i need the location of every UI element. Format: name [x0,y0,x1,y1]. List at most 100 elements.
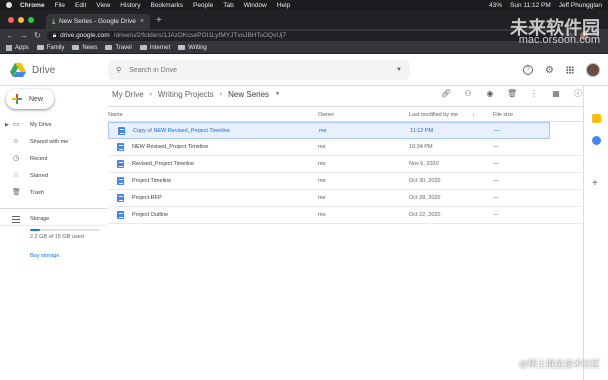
new-button[interactable]: New [6,89,54,109]
file-row[interactable]: NEW Revised_Project Timeline me 10:34 PM… [108,139,583,156]
preview-eye-icon[interactable]: ◉ [485,89,495,98]
forward-icon[interactable]: → [20,31,28,40]
browser-tab-active[interactable]: New Series - Google Drive × [46,14,150,29]
file-row[interactable]: Revised_Project Timeline me Nov 6, 2020 … [108,156,583,173]
header-actions: ? ⚙ [523,63,600,77]
grid-view-icon[interactable]: ▦ [551,89,561,98]
folder-menu-caret-icon[interactable]: ▼ [275,91,280,97]
file-row[interactable]: Project Timeline me Oct 30, 2020 — [108,173,583,190]
share-add-person-icon[interactable]: ⚇ [463,89,473,98]
shared-people-icon: ☺ [12,137,20,145]
menu-edit[interactable]: Edit [75,2,86,9]
file-row-selected[interactable]: Copy of NEW Revised_Project Timeline me … [108,122,550,139]
menu-bookmarks[interactable]: Bookmarks [150,2,183,9]
details-info-icon[interactable]: ⓘ [573,88,583,99]
bookmark-label: Apps [15,44,29,51]
expand-chevron-icon[interactable]: ▶ [5,122,9,128]
back-icon[interactable]: ← [6,31,14,40]
file-owner: me [318,195,326,201]
file-owner: me [318,178,326,184]
apple-menu-icon[interactable] [6,2,12,8]
search-input[interactable] [129,66,389,74]
menu-help[interactable]: Help [277,2,290,9]
bookmark-writing[interactable]: Writing [178,45,207,51]
file-name: Project RFP [132,195,162,201]
buy-storage-link[interactable]: Buy storage [30,253,59,259]
sidebar-item-my-drive[interactable]: ▶ ▭ My Drive [0,116,108,133]
google-doc-icon [117,160,124,168]
menu-history[interactable]: History [120,2,140,9]
column-header-name[interactable]: Name [108,112,123,118]
sidebar-item-starred[interactable]: ☆ Starred [0,167,108,184]
divider [108,106,583,107]
address-bar[interactable]: 🔒︎ drive.google.com/drive/u/2/folders/1J… [46,30,561,41]
file-action-toolbar: 🔗︎ ⚇ ◉ 🗑︎ ⋮ ▦ ⓘ [441,88,583,99]
bookmark-label: Family [46,44,65,51]
google-apps-icon[interactable] [566,66,574,74]
menu-view[interactable]: View [96,2,110,9]
menubar-user[interactable]: Jeff Phungglan [559,2,602,9]
menu-file[interactable]: File [55,2,65,9]
help-icon[interactable]: ? [523,65,534,75]
breadcrumb-writing-projects[interactable]: Writing Projects [158,90,214,99]
url-host: drive.google.com [60,32,110,39]
reload-icon[interactable]: ↻ [34,31,41,40]
close-tab-icon[interactable]: × [140,18,144,25]
sidebar-item-recent[interactable]: ◷ Recent [0,150,108,167]
search-box[interactable]: ⚲ ▼ [108,60,410,80]
bookmark-travel[interactable]: Travel [105,45,132,51]
add-addon-icon[interactable]: + [592,178,598,189]
get-link-icon[interactable]: 🔗︎ [441,89,451,98]
zoom-window-button[interactable] [28,16,34,23]
file-modified: Oct 22, 2020 [409,212,441,218]
google-doc-icon [117,211,124,219]
drive-header: Drive ⚲ ▼ ? ⚙ [0,55,608,86]
column-header-last-modified[interactable]: Last modified by me [409,112,458,118]
menu-window[interactable]: Window [244,2,267,9]
battery-status[interactable]: 43% [489,2,502,9]
sidebar-item-shared-with-me[interactable]: ☺ Shared with me [0,133,108,150]
tasks-icon[interactable] [592,136,601,145]
folder-icon [72,45,80,50]
file-row[interactable]: Project RFP me Oct 28, 2020 — [108,190,583,207]
file-name: Project Timeline [132,178,172,184]
breadcrumb-my-drive[interactable]: My Drive [112,90,144,99]
minimize-window-button[interactable] [18,16,24,23]
new-tab-button[interactable]: + [156,14,162,29]
file-row[interactable]: Project Outline me Oct 22, 2020 — [108,207,583,224]
column-header-owner[interactable]: Owner [318,112,334,118]
bookmark-news[interactable]: News [72,45,97,51]
menubar-clock[interactable]: Sun 11:12 PM [510,2,551,9]
storage-usage-bar [30,229,100,231]
file-size: — [493,195,499,201]
sidebar-item-trash[interactable]: 🗑︎ Trash [0,184,108,201]
bookmark-apps[interactable]: Apps [6,44,29,51]
search-icon[interactable]: ⚲ [116,66,121,74]
menu-people[interactable]: People [193,2,213,9]
search-options-icon[interactable]: ▼ [396,67,402,73]
sidebar-item-storage[interactable]: Storage [0,214,108,226]
breadcrumb-current-folder[interactable]: New Series [228,90,269,99]
storage-usage-fill [30,229,41,231]
settings-gear-icon[interactable]: ⚙ [545,65,554,76]
column-header-file-size[interactable]: File size [493,112,513,118]
keep-icon[interactable] [592,114,601,123]
bookmark-internet[interactable]: Internet [139,44,171,51]
sidebar-item-label: Trash [30,189,44,196]
file-size: — [493,178,499,184]
storage-label: Storage [30,216,50,222]
folder-icon [105,45,113,50]
close-window-button[interactable] [8,16,14,23]
sort-arrow-icon[interactable]: ↓ [472,112,475,118]
drive-logo-text: Drive [32,64,56,76]
more-actions-icon[interactable]: ⋮ [529,89,539,98]
bookmark-label: Internet [149,44,171,51]
bookmark-family[interactable]: Family [36,44,65,51]
menu-app-name[interactable]: Chrome [20,2,45,9]
account-avatar[interactable] [586,63,600,77]
drive-logo[interactable]: Drive [10,63,108,77]
menu-tab[interactable]: Tab [223,2,233,9]
delete-trash-icon[interactable]: 🗑︎ [507,89,517,98]
file-list-header: Name Owner Last modified by me ↓ File si… [108,109,583,122]
google-doc-icon [117,177,124,185]
